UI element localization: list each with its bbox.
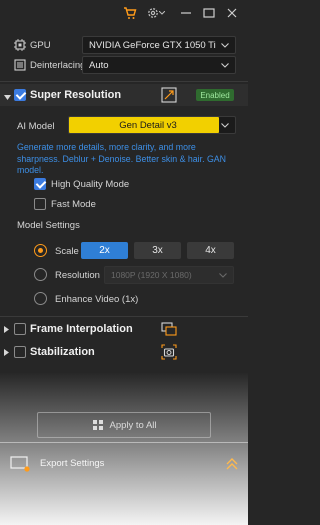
export-settings-label: Export Settings xyxy=(40,458,105,469)
chevron-down-icon xyxy=(221,41,229,49)
super-resolution-header[interactable]: Super Resolution Enabled xyxy=(0,84,248,106)
export-icon xyxy=(10,456,32,472)
model-description: Generate more details, more clarity, and… xyxy=(17,142,227,175)
ai-model-select[interactable]: Gen Detail v3 xyxy=(68,116,236,134)
scale-2x-button[interactable]: 2x xyxy=(81,242,128,259)
scale-3x-button[interactable]: 3x xyxy=(134,242,181,259)
bottom-fade xyxy=(0,372,248,525)
gpu-chip-icon xyxy=(14,39,26,51)
fast-mode-label[interactable]: Fast Mode xyxy=(51,199,96,210)
resolution-label[interactable]: Resolution xyxy=(55,270,100,281)
deinterlacing-label: Deinterlacing xyxy=(30,60,86,71)
expand-arrow-icon[interactable] xyxy=(4,348,9,359)
chevron-down-icon[interactable] xyxy=(158,5,166,21)
title-bar xyxy=(0,0,248,26)
close-icon[interactable] xyxy=(224,5,240,21)
fast-mode-checkbox[interactable] xyxy=(34,198,46,210)
gpu-select-value: NVIDIA GeForce GTX 1050 Ti xyxy=(89,39,216,51)
frame-interpolation-header[interactable]: Frame Interpolation xyxy=(0,318,248,340)
cart-icon[interactable] xyxy=(122,5,138,21)
high-quality-label[interactable]: High Quality Mode xyxy=(51,179,129,190)
minimize-icon[interactable] xyxy=(178,5,194,21)
maximize-icon[interactable] xyxy=(201,5,217,21)
high-quality-checkbox[interactable] xyxy=(34,178,46,190)
resolution-select[interactable]: 1080P (1920 X 1080) xyxy=(104,266,234,284)
apply-to-all-button[interactable]: Apply to All xyxy=(37,412,211,438)
compare-icon[interactable] xyxy=(161,87,177,103)
expand-arrow-icon[interactable] xyxy=(4,325,9,336)
frame-interpolation-checkbox[interactable] xyxy=(14,323,26,335)
stabilization-checkbox[interactable] xyxy=(14,346,26,358)
enhance-radio[interactable] xyxy=(34,292,47,305)
divider xyxy=(0,442,248,443)
scale-4x-button[interactable]: 4x xyxy=(187,242,234,259)
gpu-select[interactable]: NVIDIA GeForce GTX 1050 Ti xyxy=(82,36,236,54)
resolution-radio[interactable] xyxy=(34,268,47,281)
enhance-label[interactable]: Enhance Video (1x) xyxy=(55,294,138,305)
chevron-down-icon xyxy=(219,271,227,279)
stabilization-title: Stabilization xyxy=(30,346,95,358)
resolution-select-value: 1080P (1920 X 1080) xyxy=(111,270,192,280)
stabilize-camera-icon xyxy=(161,344,177,360)
frames-icon xyxy=(161,321,177,337)
divider xyxy=(0,316,248,317)
frame-interpolation-title: Frame Interpolation xyxy=(30,323,133,335)
chevron-down-icon xyxy=(221,121,229,129)
deinterlacing-icon xyxy=(14,59,26,71)
collapse-arrow-icon[interactable] xyxy=(4,92,11,103)
apply-all-icon xyxy=(92,419,104,431)
ai-model-label: AI Model xyxy=(17,121,55,132)
gpu-label: GPU xyxy=(30,40,51,51)
super-resolution-checkbox[interactable] xyxy=(14,89,26,101)
expand-up-icon[interactable] xyxy=(226,457,238,471)
deinterlacing-select-value: Auto xyxy=(89,59,109,71)
ai-model-value: Gen Detail v3 xyxy=(119,119,177,131)
chevron-down-icon xyxy=(221,61,229,69)
divider xyxy=(0,81,248,82)
enabled-badge: Enabled xyxy=(196,89,234,101)
scale-label[interactable]: Scale xyxy=(55,246,79,257)
deinterlacing-select[interactable]: Auto xyxy=(82,56,236,74)
scale-radio[interactable] xyxy=(34,244,47,257)
model-settings-label: Model Settings xyxy=(17,220,80,231)
super-resolution-title: Super Resolution xyxy=(30,89,122,101)
apply-to-all-label: Apply to All xyxy=(109,419,157,431)
stabilization-header[interactable]: Stabilization xyxy=(0,341,248,363)
